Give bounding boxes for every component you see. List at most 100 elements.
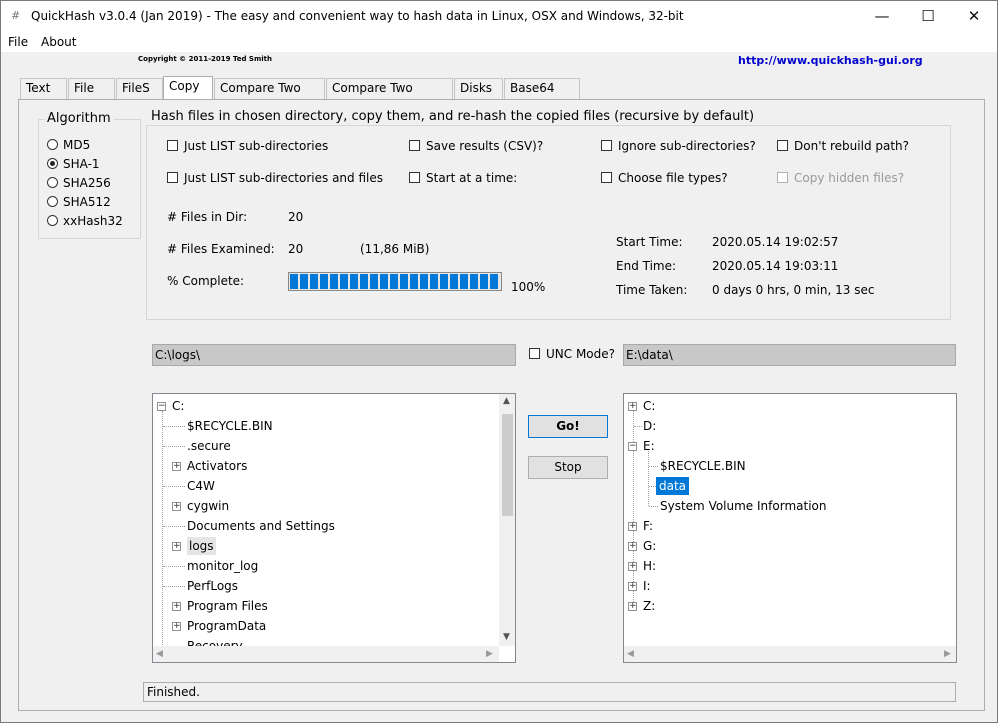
radio-sha512[interactable]: SHA512 (47, 195, 111, 209)
tab-text[interactable]: Text (20, 78, 67, 99)
radio-indicator (47, 158, 58, 169)
scroll-thumb[interactable] (502, 414, 513, 516)
expand-icon[interactable]: + (628, 522, 637, 531)
tree-node[interactable]: $RECYCLE.BIN (660, 457, 746, 475)
tree-node-selected[interactable]: logs (187, 537, 216, 555)
radio-indicator (47, 177, 58, 188)
status-bar: Finished. (143, 682, 956, 702)
radio-label: xxHash32 (63, 214, 123, 228)
tree-guide (648, 451, 649, 506)
expand-icon[interactable]: + (172, 622, 181, 631)
ignore-subdirs-checkbox[interactable]: Ignore sub-directories? (601, 139, 756, 153)
tab-compare-two-folders[interactable]: Compare Two Folders (326, 78, 453, 114)
tree-node[interactable]: F: (643, 517, 653, 535)
radio-sha1[interactable]: SHA-1 (47, 157, 100, 171)
tree-node[interactable]: cygwin (187, 497, 229, 515)
dont-rebuild-path-checkbox[interactable]: Don't rebuild path? (777, 139, 909, 153)
go-button[interactable]: Go! (528, 415, 608, 438)
expand-icon[interactable]: + (628, 542, 637, 551)
collapse-icon[interactable]: − (157, 402, 166, 411)
unc-mode-checkbox[interactable]: UNC Mode? (529, 347, 615, 361)
expand-icon[interactable]: + (172, 462, 181, 471)
scroll-right-icon[interactable]: ▶ (944, 649, 951, 659)
scroll-right-icon[interactable]: ▶ (486, 649, 493, 659)
tree-node-root[interactable]: C: (172, 397, 184, 415)
tree-node[interactable]: System Volume Information (660, 497, 826, 515)
tree-node[interactable]: D: (643, 417, 656, 435)
radio-sha256[interactable]: SHA256 (47, 176, 111, 190)
dest-path-field[interactable]: E:\data\ (623, 344, 956, 366)
tree-node[interactable]: monitor_log (187, 557, 258, 575)
menu-file[interactable]: File (8, 35, 28, 49)
maximize-button[interactable]: ☐ (905, 1, 951, 32)
tree-node[interactable]: ProgramData (187, 617, 266, 635)
tree-node[interactable]: C: (643, 397, 655, 415)
tree-node[interactable]: C4W (187, 477, 215, 495)
tree-node[interactable]: Program Files (187, 597, 268, 615)
checkbox-label: Don't rebuild path? (794, 139, 910, 153)
tree-node[interactable]: H: (643, 557, 656, 575)
expand-icon[interactable]: + (172, 502, 181, 511)
radio-label: SHA512 (63, 195, 111, 209)
tree-node[interactable]: Z: (643, 597, 655, 615)
source-folder-tree[interactable]: − C: $RECYCLE.BIN .secure + Activators C… (152, 393, 516, 663)
expand-icon[interactable]: + (172, 542, 181, 551)
scroll-up-icon[interactable]: ▲ (503, 396, 510, 406)
tree-node[interactable]: Documents and Settings (187, 517, 335, 535)
app-icon: # (11, 9, 21, 22)
collapse-icon[interactable]: − (628, 442, 637, 451)
dest-folder-tree[interactable]: + C: D: − E: $RECYCLE.BIN data System Vo… (623, 393, 957, 663)
just-list-subdirs-files-checkbox[interactable]: Just LIST sub-directories and files (167, 171, 383, 185)
horizontal-scrollbar[interactable]: ◀ ▶ (153, 646, 499, 662)
radio-xxhash32[interactable]: xxHash32 (47, 214, 123, 228)
menu-about[interactable]: About (41, 35, 76, 49)
expand-icon[interactable]: + (628, 602, 637, 611)
scroll-left-icon[interactable]: ◀ (156, 649, 163, 659)
save-results-checkbox[interactable]: Save results (CSV)? (409, 139, 543, 153)
radio-md5[interactable]: MD5 (47, 138, 90, 152)
progress-segment (470, 274, 478, 289)
checkbox-box (409, 172, 420, 183)
website-link[interactable]: http://www.quickhash-gui.org (738, 54, 923, 67)
tree-node[interactable]: PerfLogs (187, 577, 238, 595)
progress-segment (410, 274, 418, 289)
minimize-button[interactable]: — (859, 1, 905, 32)
just-list-subdirs-checkbox[interactable]: Just LIST sub-directories (167, 139, 328, 153)
copyright-text: Copyright © 2011-2019 Ted Smith (138, 55, 272, 63)
menu-bar: File About (1, 32, 997, 52)
tab-copy[interactable]: Copy (163, 76, 213, 100)
copy-hidden-files-checkbox[interactable]: Copy hidden files? (777, 171, 904, 185)
expand-icon[interactable]: + (628, 562, 637, 571)
progress-segment (460, 274, 468, 289)
expand-icon[interactable]: + (628, 582, 637, 591)
checkbox-box (601, 140, 612, 151)
expand-icon[interactable]: + (628, 402, 637, 411)
tab-file[interactable]: File (68, 78, 115, 99)
tree-node[interactable]: $RECYCLE.BIN (187, 417, 273, 435)
horizontal-scrollbar[interactable]: ◀ ▶ (624, 646, 956, 662)
progress-bar (288, 272, 502, 291)
vertical-scrollbar[interactable]: ▲ ▼ (499, 394, 515, 646)
progress-segment (350, 274, 358, 289)
stop-button[interactable]: Stop (528, 456, 608, 479)
expand-icon[interactable]: + (172, 602, 181, 611)
tree-node[interactable]: I: (643, 577, 651, 595)
start-at-time-checkbox[interactable]: Start at a time: (409, 171, 517, 185)
close-button[interactable]: ✕ (951, 1, 997, 32)
choose-file-types-checkbox[interactable]: Choose file types? (601, 171, 728, 185)
scroll-down-icon[interactable]: ▼ (503, 632, 510, 642)
tab-files[interactable]: FileS (116, 78, 163, 99)
main-window: # QuickHash v3.0.4 (Jan 2019) - The easy… (0, 0, 998, 723)
checkbox-label: Ignore sub-directories? (618, 139, 756, 153)
tab-disks[interactable]: Disks (454, 78, 503, 99)
tree-node[interactable]: Activators (187, 457, 247, 475)
files-in-dir-value: 20 (288, 210, 304, 224)
tree-node[interactable]: G: (643, 537, 656, 555)
tree-node[interactable]: .secure (187, 437, 231, 455)
tree-node-selected[interactable]: data (656, 477, 690, 495)
source-path-field[interactable]: C:\logs\ (152, 344, 516, 366)
files-examined-value: 20 (288, 242, 304, 256)
tab-base64-data[interactable]: Base64 Data (504, 78, 580, 114)
scroll-left-icon[interactable]: ◀ (627, 649, 634, 659)
tab-compare-two-files[interactable]: Compare Two Files (214, 78, 325, 114)
